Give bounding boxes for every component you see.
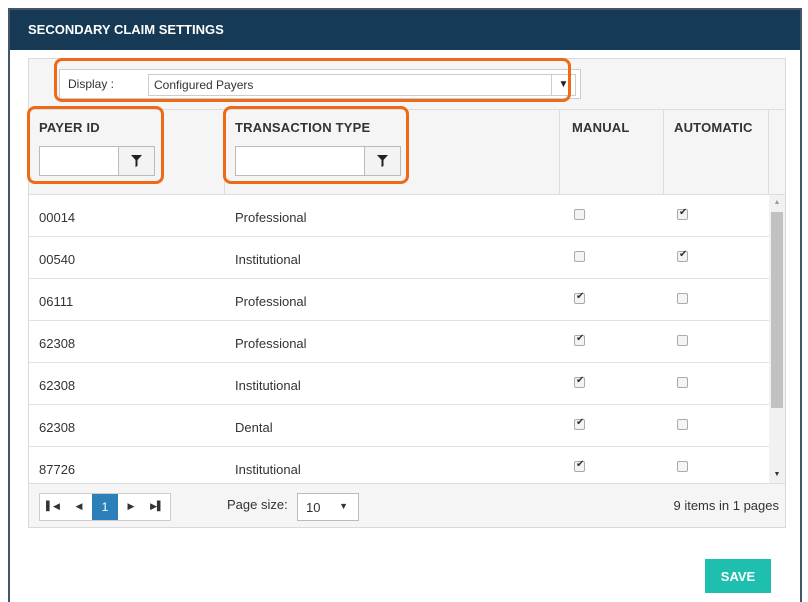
table-row: 00014 Professional bbox=[29, 195, 769, 237]
table-row: 00540 Institutional bbox=[29, 237, 769, 279]
transaction-type-cell: Institutional bbox=[235, 378, 301, 393]
column-header-manual: MANUAL bbox=[572, 120, 630, 135]
table-row: 87726 Institutional bbox=[29, 447, 769, 483]
column-payer-id: PAYER ID bbox=[29, 110, 225, 194]
payer-id-cell: 00014 bbox=[39, 210, 76, 225]
column-header-payer-id: PAYER ID bbox=[39, 120, 100, 135]
grid-pager: ▌◀ ◀ 1 ▶ ▶▌ Page size: 10 ▼ 9 items in 1… bbox=[29, 483, 785, 527]
display-filter: Display : Configured Payers ▼ bbox=[59, 69, 581, 99]
display-dropdown[interactable]: Configured Payers ▼ bbox=[148, 74, 576, 96]
funnel-filter-icon bbox=[377, 155, 388, 167]
automatic-checkbox[interactable] bbox=[677, 335, 688, 346]
manual-checkbox[interactable] bbox=[574, 333, 585, 346]
scroll-down-icon[interactable]: ▼ bbox=[769, 467, 785, 483]
transaction-type-cell: Professional bbox=[235, 294, 307, 309]
first-page-icon[interactable]: ▌◀ bbox=[40, 494, 66, 520]
column-header-transaction-type: TRANSACTION TYPE bbox=[235, 120, 371, 135]
automatic-checkbox[interactable] bbox=[677, 249, 688, 262]
column-automatic: AUTOMATIC bbox=[664, 110, 769, 194]
transaction-type-cell: Institutional bbox=[235, 252, 301, 267]
panel-title: SECONDARY CLAIM SETTINGS bbox=[10, 10, 800, 50]
funnel-filter-icon bbox=[131, 155, 142, 167]
table-row: 62308 Institutional bbox=[29, 363, 769, 405]
transaction-type-filter-button[interactable] bbox=[364, 147, 400, 175]
transaction-type-cell: Professional bbox=[235, 210, 307, 225]
table-row: 62308 Professional bbox=[29, 321, 769, 363]
scroll-up-icon[interactable]: ▲ bbox=[769, 195, 785, 211]
manual-checkbox[interactable] bbox=[574, 417, 585, 430]
payer-id-cell: 62308 bbox=[39, 336, 76, 351]
next-page-icon[interactable]: ▶ bbox=[118, 494, 144, 520]
payer-id-cell: 00540 bbox=[39, 252, 76, 267]
automatic-checkbox[interactable] bbox=[677, 207, 688, 220]
display-selected-value: Configured Payers bbox=[154, 78, 254, 92]
automatic-checkbox[interactable] bbox=[677, 377, 688, 388]
current-page-button[interactable]: 1 bbox=[92, 494, 118, 520]
grid-header: PAYER ID TRANSACTION TYPE MANUAL AUTOMAT… bbox=[29, 109, 785, 196]
dropdown-arrow-icon: ▼ bbox=[339, 501, 348, 511]
transaction-type-cell: Institutional bbox=[235, 462, 301, 477]
pager-buttons: ▌◀ ◀ 1 ▶ ▶▌ bbox=[39, 493, 171, 521]
last-page-icon[interactable]: ▶▌ bbox=[144, 494, 170, 520]
pager-info: 9 items in 1 pages bbox=[673, 498, 779, 513]
secondary-claim-settings-panel: SECONDARY CLAIM SETTINGS Display : Confi… bbox=[8, 8, 802, 602]
manual-checkbox[interactable] bbox=[574, 291, 585, 304]
page-size-label: Page size: bbox=[227, 497, 288, 512]
manual-checkbox[interactable] bbox=[574, 251, 585, 262]
payer-id-filter-button[interactable] bbox=[118, 147, 154, 175]
manual-checkbox[interactable] bbox=[574, 459, 585, 472]
table-row: 62308 Dental bbox=[29, 405, 769, 447]
payer-id-cell: 06111 bbox=[39, 294, 74, 309]
manual-checkbox[interactable] bbox=[574, 209, 585, 220]
grid-toolbar: Display : Configured Payers ▼ bbox=[29, 59, 785, 109]
column-header-automatic: AUTOMATIC bbox=[674, 120, 753, 135]
transaction-type-cell: Dental bbox=[235, 420, 273, 435]
display-label: Display : bbox=[68, 77, 115, 91]
column-manual: MANUAL bbox=[560, 110, 664, 194]
payer-id-filter-input[interactable] bbox=[40, 147, 120, 175]
dropdown-arrow-icon: ▼ bbox=[551, 75, 575, 95]
page-size-dropdown[interactable]: 10 ▼ bbox=[297, 493, 359, 521]
payer-grid: Display : Configured Payers ▼ PAYER ID T… bbox=[28, 58, 786, 528]
grid-body: 00014 Professional 00540 Institutional 0… bbox=[29, 195, 785, 483]
grid-scrollbar[interactable]: ▲ ▼ bbox=[769, 195, 785, 483]
automatic-checkbox[interactable] bbox=[677, 419, 688, 430]
automatic-checkbox[interactable] bbox=[677, 293, 688, 304]
payer-id-cell: 62308 bbox=[39, 420, 76, 435]
transaction-type-filter bbox=[235, 146, 401, 176]
scroll-thumb[interactable] bbox=[771, 212, 783, 408]
manual-checkbox[interactable] bbox=[574, 375, 585, 388]
prev-page-icon[interactable]: ◀ bbox=[66, 494, 92, 520]
column-transaction-type: TRANSACTION TYPE bbox=[225, 110, 560, 194]
transaction-type-cell: Professional bbox=[235, 336, 307, 351]
page-size-value: 10 bbox=[306, 500, 321, 515]
automatic-checkbox[interactable] bbox=[677, 461, 688, 472]
transaction-type-filter-input[interactable] bbox=[236, 147, 364, 175]
save-button[interactable]: SAVE bbox=[705, 559, 771, 593]
payer-id-filter bbox=[39, 146, 155, 176]
table-row: 06111 Professional bbox=[29, 279, 769, 321]
payer-id-cell: 87726 bbox=[39, 462, 76, 477]
payer-id-cell: 62308 bbox=[39, 378, 76, 393]
